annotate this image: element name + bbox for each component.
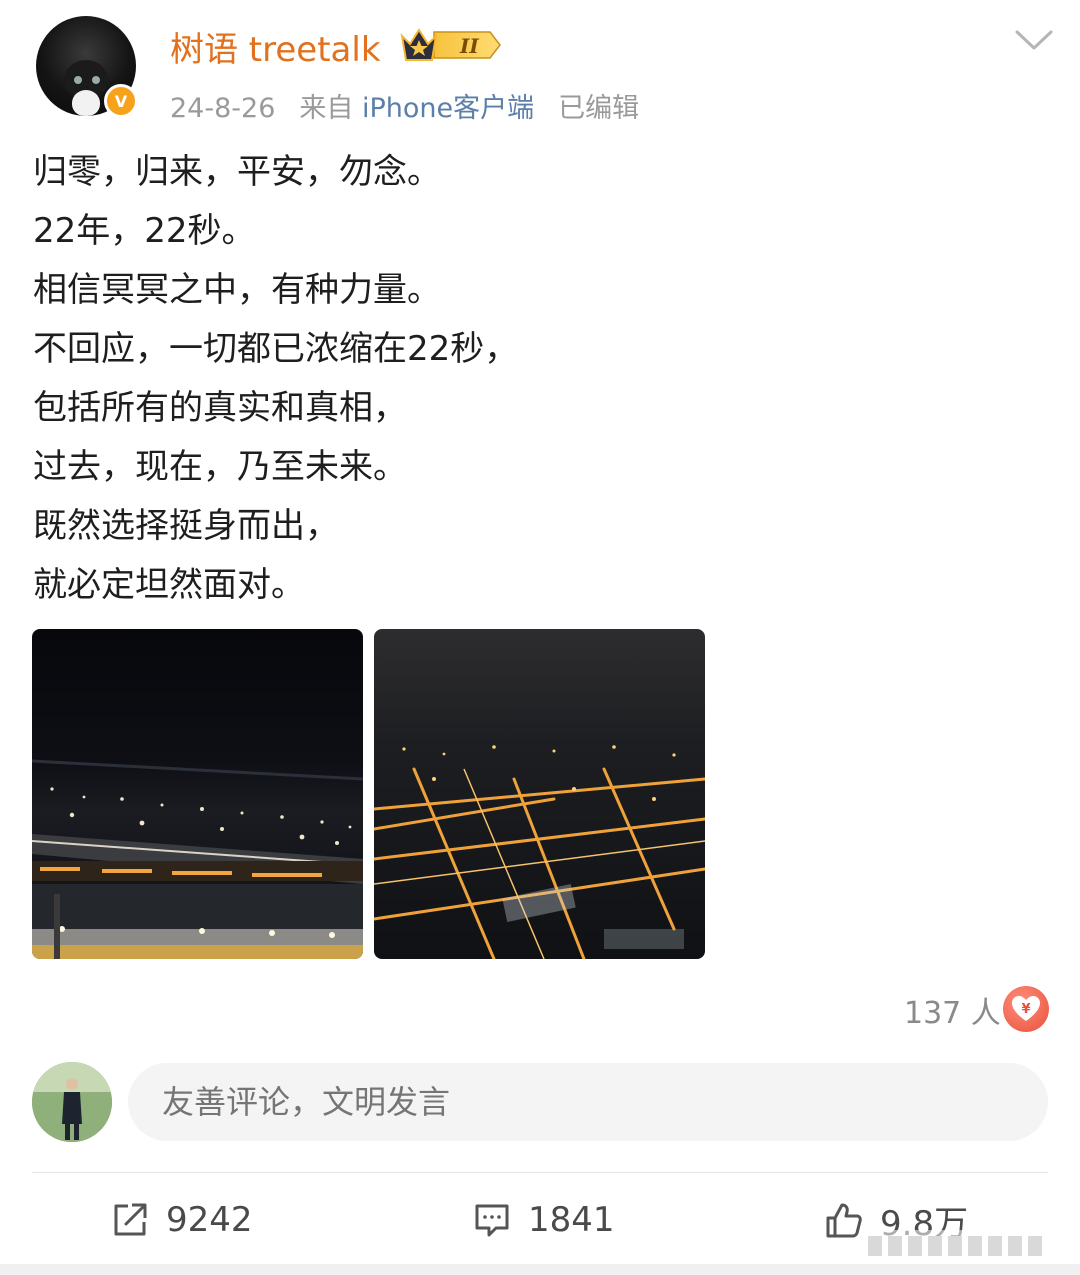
post-text: 归零，归来，平安，勿念。 22年，22秒。 相信冥冥之中，有种力量。 不回应，一… [33, 143, 1033, 615]
post-line: 既然选择挺身而出， [33, 506, 339, 546]
crown-level-badge-icon[interactable]: II [400, 26, 502, 64]
repost-share-icon [114, 1203, 147, 1236]
avatar-eye [74, 76, 82, 84]
repost-button[interactable]: 9242 [110, 1196, 253, 1244]
edited-label[interactable]: 已编辑 [558, 93, 639, 124]
comment-bubble-icon [475, 1204, 509, 1237]
post-line: 包括所有的真实和真相， [33, 388, 407, 428]
post-line: 相信冥冥之中，有种力量。 [33, 270, 441, 310]
post-line: 22年，22秒。 [33, 211, 256, 251]
reward-yuan-heart-icon[interactable]: ¥ [1003, 986, 1049, 1032]
comment-input[interactable] [128, 1063, 1048, 1141]
avatar-eye [92, 76, 100, 84]
svg-text:II: II [459, 34, 479, 58]
source-prefix: 来自 [299, 93, 354, 124]
comment-count: 1841 [528, 1200, 615, 1240]
source-link[interactable]: iPhone客户端 [362, 93, 534, 124]
username[interactable]: 树语 treetalk [170, 22, 381, 71]
post-line: 就必定坦然面对。 [33, 565, 305, 605]
repost-count: 9242 [166, 1200, 253, 1240]
post-line: 过去，现在，乃至未来。 [33, 447, 407, 487]
svg-text:¥: ¥ [1021, 1002, 1030, 1017]
post-image-night-airport[interactable] [32, 629, 363, 959]
divider [32, 1172, 1048, 1173]
thumbs-up-icon [826, 1203, 862, 1238]
post-line: 归零，归来，平安，勿念。 [33, 152, 441, 192]
watermark-icon [860, 1230, 1060, 1262]
post-date: 24-8-26 [170, 93, 276, 124]
current-user-avatar[interactable] [32, 1062, 112, 1142]
avatar-cat-snout [72, 90, 100, 116]
bottom-strip [0, 1264, 1080, 1275]
comment-button[interactable]: 1841 [472, 1196, 615, 1244]
verified-icon: V [104, 84, 138, 118]
reward-count: 137 人 [904, 996, 1001, 1031]
post-image-night-city-aerial[interactable] [374, 629, 705, 959]
post-line: 不回应，一切都已浓缩在22秒， [33, 329, 519, 369]
chevron-down-icon[interactable] [1014, 28, 1054, 52]
post-meta: 24-8-26 来自 iPhone客户端 已编辑 [170, 86, 639, 125]
